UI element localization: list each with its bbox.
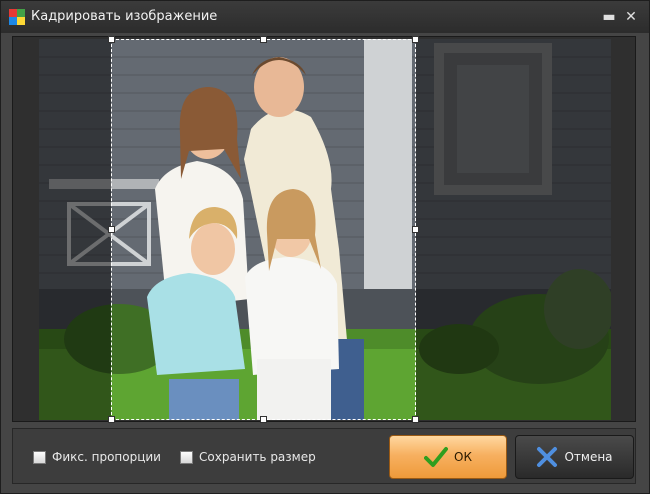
crop-handle-middle-left[interactable] xyxy=(108,226,115,233)
keep-size-option[interactable]: Сохранить размер xyxy=(180,449,316,465)
title-bar[interactable]: Кадрировать изображение ▬ ✕ xyxy=(1,1,649,33)
app-logo-icon xyxy=(9,9,25,25)
cancel-button[interactable]: Отмена xyxy=(515,435,634,479)
minimize-button[interactable]: ▬ xyxy=(599,7,619,27)
ok-button-label: ОК xyxy=(454,450,472,464)
crop-handle-top-right[interactable] xyxy=(412,36,419,43)
crop-shade-right xyxy=(416,39,611,420)
checkmark-icon xyxy=(424,447,449,467)
window-title: Кадрировать изображение xyxy=(31,9,218,24)
cancel-button-label: Отмена xyxy=(564,450,613,464)
close-button[interactable]: ✕ xyxy=(621,7,641,27)
fix-proportions-label: Фикс. пропорции xyxy=(52,450,161,464)
crop-handle-middle-right[interactable] xyxy=(412,226,419,233)
crop-selection-frame[interactable] xyxy=(111,39,416,420)
crop-handle-top-center[interactable] xyxy=(260,36,267,43)
crop-shade-left xyxy=(39,39,111,420)
ok-button[interactable]: ОК xyxy=(389,435,507,479)
keep-size-label: Сохранить размер xyxy=(199,450,316,464)
crop-handle-bottom-left[interactable] xyxy=(108,416,115,423)
fix-proportions-checkbox[interactable] xyxy=(33,450,46,464)
crop-handle-top-left[interactable] xyxy=(108,36,115,43)
cross-icon xyxy=(537,447,558,467)
crop-handle-bottom-right[interactable] xyxy=(412,416,419,423)
fix-proportions-option[interactable]: Фикс. пропорции xyxy=(33,449,161,465)
crop-handle-bottom-center[interactable] xyxy=(260,416,267,423)
keep-size-checkbox[interactable] xyxy=(180,450,193,464)
